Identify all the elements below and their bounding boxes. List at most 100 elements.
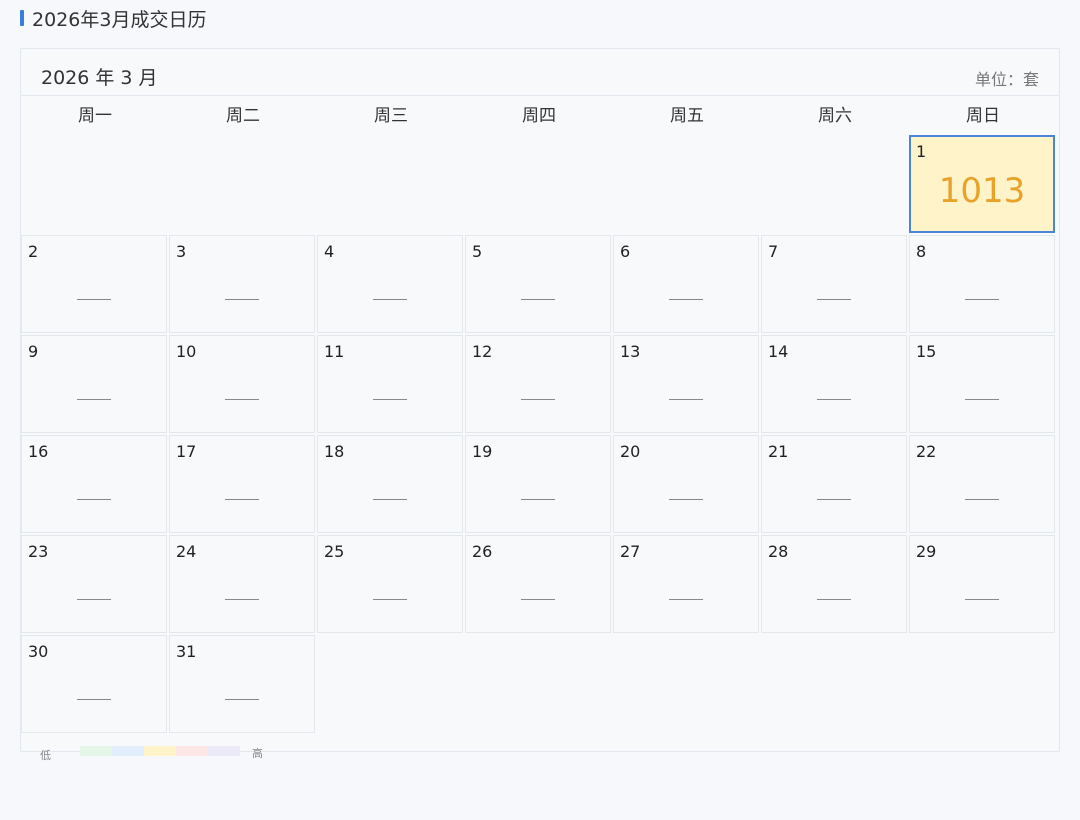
day-number: 25 bbox=[324, 542, 345, 561]
day-value-empty bbox=[817, 399, 851, 400]
day-number: 17 bbox=[176, 442, 197, 461]
day-cell[interactable]: 12 bbox=[465, 335, 611, 433]
day-value-empty bbox=[521, 399, 555, 400]
day-value-empty bbox=[225, 299, 259, 300]
day-number: 15 bbox=[916, 342, 937, 361]
day-cell[interactable]: 20 bbox=[613, 435, 759, 533]
day-value-empty bbox=[817, 499, 851, 500]
day-value-empty bbox=[77, 399, 111, 400]
day-number: 8 bbox=[916, 242, 927, 261]
day-number: 26 bbox=[472, 542, 493, 561]
weekday-header: 周二 bbox=[226, 106, 260, 126]
day-number: 12 bbox=[472, 342, 493, 361]
month-label: 2026 年 3 月 bbox=[41, 67, 158, 89]
day-number: 13 bbox=[620, 342, 641, 361]
day-cell[interactable]: 2 bbox=[21, 235, 167, 333]
day-cell[interactable]: 27 bbox=[613, 535, 759, 633]
day-cell[interactable]: 14 bbox=[761, 335, 907, 433]
day-cell[interactable]: 25 bbox=[317, 535, 463, 633]
day-cell[interactable]: 26 bbox=[465, 535, 611, 633]
day-value-empty bbox=[225, 699, 259, 700]
weekday-header: 周三 bbox=[374, 106, 408, 126]
day-cell[interactable]: 31 bbox=[169, 635, 315, 733]
legend-swatch bbox=[80, 746, 112, 756]
legend-high-label: 高 bbox=[252, 747, 263, 760]
day-value-empty bbox=[373, 499, 407, 500]
day-cell[interactable]: 24 bbox=[169, 535, 315, 633]
day-number: 27 bbox=[620, 542, 641, 561]
day-number: 2 bbox=[28, 242, 39, 261]
legend-swatch bbox=[176, 746, 208, 756]
day-number: 16 bbox=[28, 442, 49, 461]
day-number: 6 bbox=[620, 242, 631, 261]
day-number: 10 bbox=[176, 342, 197, 361]
weekday-header: 周一 bbox=[78, 106, 112, 126]
day-number: 30 bbox=[28, 642, 49, 661]
day-cell[interactable]: 16 bbox=[21, 435, 167, 533]
day-number: 31 bbox=[176, 642, 197, 661]
weekday-header: 周日 bbox=[966, 106, 1000, 126]
day-value-empty bbox=[225, 399, 259, 400]
day-cell[interactable]: 4 bbox=[317, 235, 463, 333]
day-value-empty bbox=[77, 699, 111, 700]
day-value-empty bbox=[373, 399, 407, 400]
day-value-empty bbox=[817, 599, 851, 600]
day-value-empty bbox=[669, 399, 703, 400]
day-number: 23 bbox=[28, 542, 49, 561]
day-value-empty bbox=[521, 499, 555, 500]
day-value-empty bbox=[965, 499, 999, 500]
legend-low-label: 低 bbox=[40, 749, 51, 762]
day-value-empty bbox=[669, 599, 703, 600]
day-value-empty bbox=[965, 399, 999, 400]
day-number: 9 bbox=[28, 342, 39, 361]
day-cell[interactable]: 29 bbox=[909, 535, 1055, 633]
day-cell[interactable]: 10 bbox=[169, 335, 315, 433]
unit-label: 单位：套 bbox=[974, 70, 1039, 89]
day-cell[interactable]: 28 bbox=[761, 535, 907, 633]
day-number: 11 bbox=[324, 342, 345, 361]
day-cell[interactable]: 9 bbox=[21, 335, 167, 433]
day-cell[interactable]: 22 bbox=[909, 435, 1055, 533]
calendar-header: 2026 年 3 月 单位：套 bbox=[21, 49, 1059, 96]
legend-swatch bbox=[112, 746, 144, 756]
day-cell[interactable]: 3 bbox=[169, 235, 315, 333]
day-cell[interactable]: 8 bbox=[909, 235, 1055, 333]
day-number: 7 bbox=[768, 242, 779, 261]
day-cell[interactable]: 19 bbox=[465, 435, 611, 533]
day-cell[interactable]: 13 bbox=[613, 335, 759, 433]
day-number: 20 bbox=[620, 442, 641, 461]
day-value-empty bbox=[965, 599, 999, 600]
day-value-empty bbox=[373, 299, 407, 300]
title-accent-bar bbox=[20, 10, 24, 26]
day-value-empty bbox=[225, 599, 259, 600]
day-value: 1013 bbox=[938, 171, 1026, 211]
section-title: 2026年3月成交日历 bbox=[20, 6, 206, 31]
calendar-panel: 2026 年 3 月 单位：套 周一 周二 周三 周四 周五 周六 周日 1 1013 2 3 4 5… bbox=[20, 48, 1060, 752]
day-value-empty bbox=[965, 299, 999, 300]
day-number: 29 bbox=[916, 542, 937, 561]
day-cell[interactable]: 18 bbox=[317, 435, 463, 533]
day-value-empty bbox=[373, 599, 407, 600]
legend-swatch bbox=[208, 746, 240, 756]
day-number: 21 bbox=[768, 442, 789, 461]
day-cell[interactable]: 5 bbox=[465, 235, 611, 333]
day-cell[interactable]: 17 bbox=[169, 435, 315, 533]
day-cell[interactable]: 21 bbox=[761, 435, 907, 533]
day-number: 24 bbox=[176, 542, 197, 561]
day-cell[interactable]: 30 bbox=[21, 635, 167, 733]
legend-swatch bbox=[144, 746, 176, 756]
day-value-empty bbox=[77, 599, 111, 600]
day-cell[interactable]: 7 bbox=[761, 235, 907, 333]
day-cell[interactable]: 15 bbox=[909, 335, 1055, 433]
day-number: 14 bbox=[768, 342, 789, 361]
day-cell[interactable]: 23 bbox=[21, 535, 167, 633]
day-cell[interactable]: 11 bbox=[317, 335, 463, 433]
day-cell[interactable]: 6 bbox=[613, 235, 759, 333]
day-number: 28 bbox=[768, 542, 789, 561]
day-number: 3 bbox=[176, 242, 187, 261]
day-cell[interactable]: 1 1013 bbox=[909, 135, 1055, 233]
day-number: 5 bbox=[472, 242, 483, 261]
weekday-header: 周六 bbox=[818, 106, 852, 126]
day-value-empty bbox=[77, 499, 111, 500]
day-number: 22 bbox=[916, 442, 937, 461]
